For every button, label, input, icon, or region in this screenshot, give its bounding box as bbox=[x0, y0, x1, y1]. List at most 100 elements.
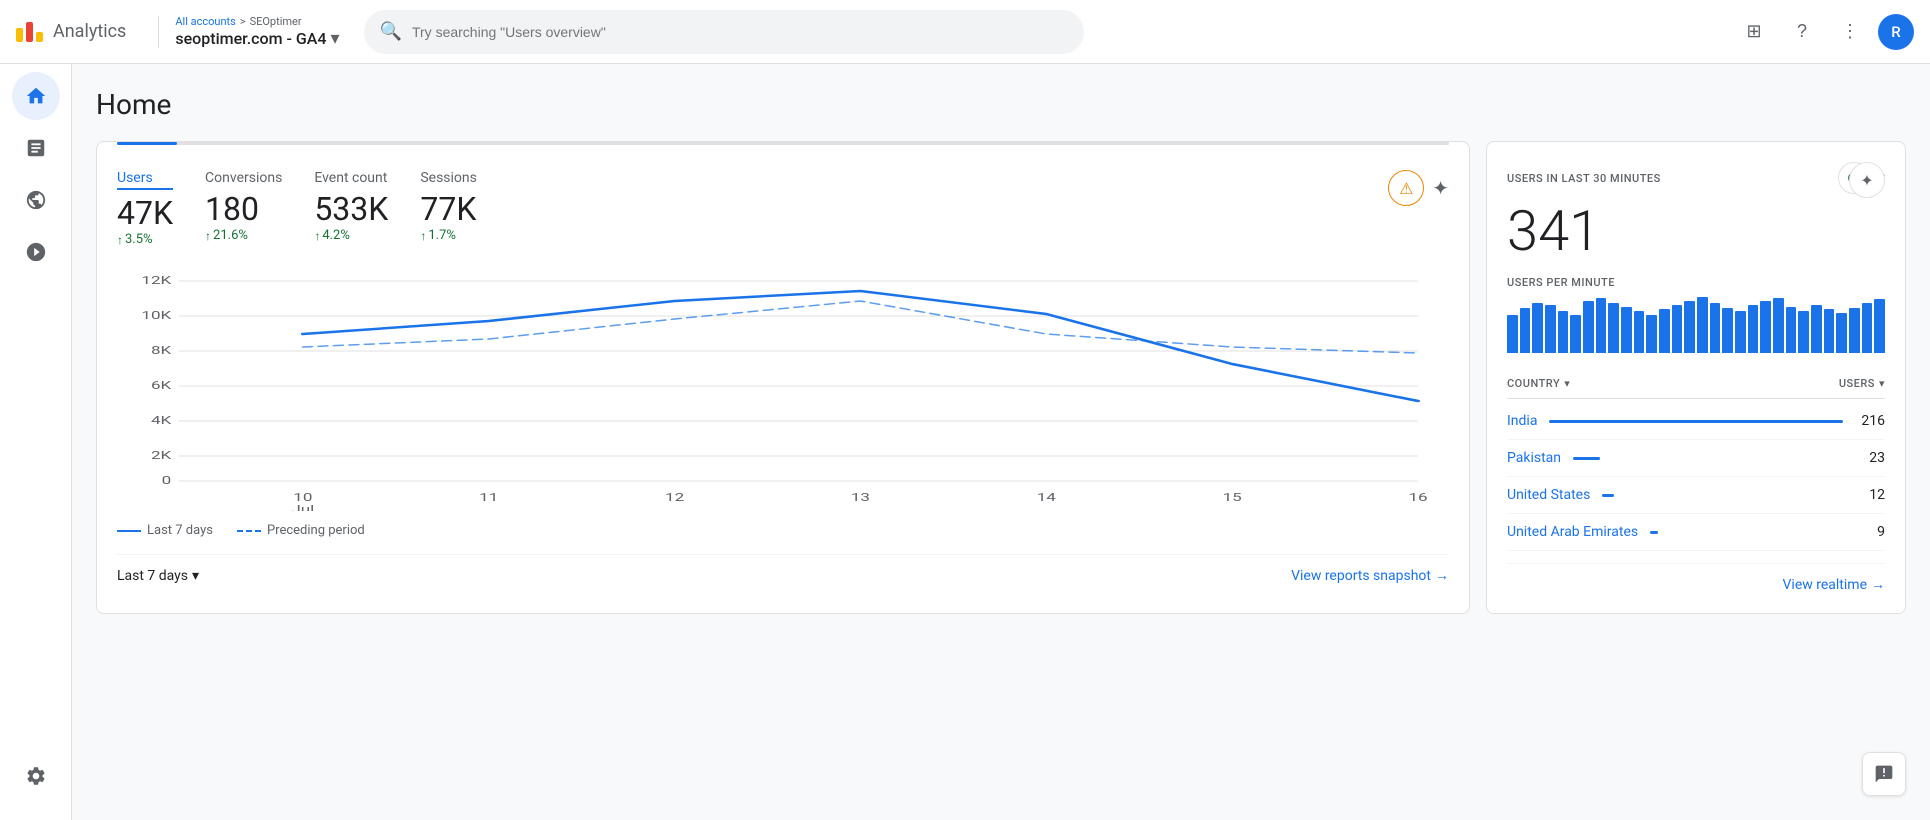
conversions-label[interactable]: Conversions bbox=[205, 170, 282, 186]
logo-bar-2 bbox=[26, 22, 33, 42]
country-name[interactable]: United States bbox=[1507, 487, 1590, 503]
help-button[interactable]: ? bbox=[1782, 12, 1822, 52]
bar bbox=[1836, 313, 1847, 353]
feedback-button[interactable] bbox=[1862, 752, 1906, 796]
nav-account: All accounts > SEOptimer seoptimer.com -… bbox=[175, 15, 339, 49]
country-count: 12 bbox=[1855, 487, 1885, 503]
period-label: Last 7 days bbox=[117, 568, 188, 584]
country-name[interactable]: United Arab Emirates bbox=[1507, 524, 1638, 540]
search-input[interactable] bbox=[412, 24, 1068, 40]
view-reports-link[interactable]: View reports snapshot → bbox=[1291, 567, 1449, 584]
sidebar-bottom bbox=[12, 752, 60, 804]
bar bbox=[1570, 315, 1581, 353]
legend-solid-label: Last 7 days bbox=[147, 523, 213, 538]
country-table-header: COUNTRY ▾ USERS ▾ bbox=[1507, 369, 1885, 399]
country-bar-container bbox=[1602, 494, 1843, 497]
period-selector[interactable]: Last 7 days ▾ bbox=[117, 568, 199, 584]
country-col-header[interactable]: COUNTRY ▾ bbox=[1507, 377, 1570, 390]
svg-text:12: 12 bbox=[665, 492, 684, 504]
bar bbox=[1646, 315, 1657, 353]
more-options-button[interactable]: ⋮ bbox=[1830, 12, 1870, 52]
users-label[interactable]: Users bbox=[117, 170, 173, 190]
sidebar-item-settings[interactable] bbox=[12, 752, 60, 800]
bar bbox=[1773, 298, 1784, 353]
logo-bar-1 bbox=[16, 28, 23, 42]
sparkle-icon[interactable]: ✦ bbox=[1432, 176, 1449, 200]
sessions-value: 77K bbox=[420, 190, 477, 228]
search-icon: 🔍 bbox=[380, 21, 402, 42]
apps-button[interactable]: ⊞ bbox=[1734, 12, 1774, 52]
all-accounts-link[interactable]: All accounts bbox=[175, 15, 235, 28]
svg-text:13: 13 bbox=[851, 492, 870, 504]
country-row: United Arab Emirates 9 bbox=[1507, 514, 1885, 551]
svg-text:6K: 6K bbox=[151, 380, 171, 392]
users-per-min-label: USERS PER MINUTE bbox=[1507, 276, 1885, 289]
chart-container: 12K 10K 8K 6K 4K 2K 0 10 Jul bbox=[117, 271, 1449, 511]
country-row: Pakistan 23 bbox=[1507, 440, 1885, 477]
bar bbox=[1684, 301, 1695, 353]
users-change: ↑ 3.5% bbox=[117, 232, 173, 247]
chart-legend: Last 7 days Preceding period bbox=[117, 523, 1449, 538]
bar bbox=[1811, 305, 1822, 353]
bar bbox=[1798, 311, 1809, 353]
country-name[interactable]: Pakistan bbox=[1507, 450, 1561, 466]
country-count: 9 bbox=[1855, 524, 1885, 540]
bar bbox=[1849, 308, 1860, 353]
bar bbox=[1558, 311, 1569, 353]
bar bbox=[1735, 311, 1746, 353]
line-chart: 12K 10K 8K 6K 4K 2K 0 10 Jul bbox=[117, 271, 1449, 511]
sessions-change: ↑ 1.7% bbox=[420, 228, 477, 243]
bar bbox=[1824, 309, 1835, 353]
nav-actions: ⊞ ? ⋮ R bbox=[1734, 12, 1914, 52]
metric-users[interactable]: Users 47K ↑ 3.5% bbox=[117, 170, 173, 247]
event-count-label[interactable]: Event count bbox=[314, 170, 388, 186]
country-count: 216 bbox=[1855, 413, 1885, 429]
bar bbox=[1621, 307, 1632, 353]
metric-event-count[interactable]: Event count 533K ↑ 4.2% bbox=[314, 170, 388, 243]
breadcrumb: All accounts > SEOptimer bbox=[175, 15, 339, 28]
bar bbox=[1583, 301, 1594, 353]
metric-conversions[interactable]: Conversions 180 ↑ 21.6% bbox=[205, 170, 282, 243]
legend-dashed-label: Preceding period bbox=[267, 523, 365, 538]
country-table-body: India 216 Pakistan 23 United States 12 U… bbox=[1507, 403, 1885, 551]
sidebar-item-home[interactable] bbox=[12, 72, 60, 120]
country-row: United States 12 bbox=[1507, 477, 1885, 514]
bar bbox=[1874, 299, 1885, 353]
bar bbox=[1608, 303, 1619, 353]
country-name[interactable]: India bbox=[1507, 413, 1537, 429]
bar bbox=[1545, 305, 1556, 353]
customize-button[interactable]: ✦ bbox=[1849, 162, 1885, 198]
bar bbox=[1786, 307, 1797, 353]
svg-text:10K: 10K bbox=[141, 310, 171, 322]
main-content: Home Users 47K ↑ 3.5% Conversi bbox=[72, 64, 1930, 820]
event-count-value: 533K bbox=[314, 190, 388, 228]
realtime-value: 341 bbox=[1507, 198, 1885, 264]
logo-bar-3 bbox=[36, 32, 43, 42]
avatar[interactable]: R bbox=[1878, 14, 1914, 50]
warning-icon[interactable]: ⚠ bbox=[1388, 170, 1424, 206]
country-bar bbox=[1602, 494, 1614, 497]
bar bbox=[1634, 311, 1645, 353]
property-selector[interactable]: seoptimer.com - GA4 ▾ bbox=[175, 28, 339, 49]
property-name: SEOptimer bbox=[250, 15, 302, 28]
realtime-card: ✦ USERS IN LAST 30 MINUTES ▾ 341 USERS P… bbox=[1486, 141, 1906, 614]
conversions-value: 180 bbox=[205, 190, 282, 228]
sessions-label[interactable]: Sessions bbox=[420, 170, 477, 186]
analytics-logo bbox=[16, 22, 43, 42]
breadcrumb-sep: > bbox=[240, 15, 246, 28]
view-realtime-link[interactable]: View realtime → bbox=[1783, 576, 1885, 593]
metric-sessions[interactable]: Sessions 77K ↑ 1.7% bbox=[420, 170, 477, 243]
search-bar[interactable]: 🔍 bbox=[364, 10, 1084, 54]
bar bbox=[1722, 308, 1733, 353]
sidebar-item-explore[interactable] bbox=[12, 176, 60, 224]
country-count: 23 bbox=[1855, 450, 1885, 466]
sidebar-item-reports[interactable] bbox=[12, 124, 60, 172]
country-bar bbox=[1650, 531, 1658, 534]
users-col-header[interactable]: USERS ▾ bbox=[1839, 377, 1885, 390]
event-count-change: ↑ 4.2% bbox=[314, 228, 388, 243]
sidebar-item-advertising[interactable] bbox=[12, 228, 60, 276]
country-bar bbox=[1573, 457, 1600, 460]
country-bar-container bbox=[1650, 531, 1843, 534]
dashboard-grid: Users 47K ↑ 3.5% Conversions 180 ↑ 21.6% bbox=[96, 141, 1906, 614]
main-card-footer: Last 7 days ▾ View reports snapshot → bbox=[117, 554, 1449, 584]
